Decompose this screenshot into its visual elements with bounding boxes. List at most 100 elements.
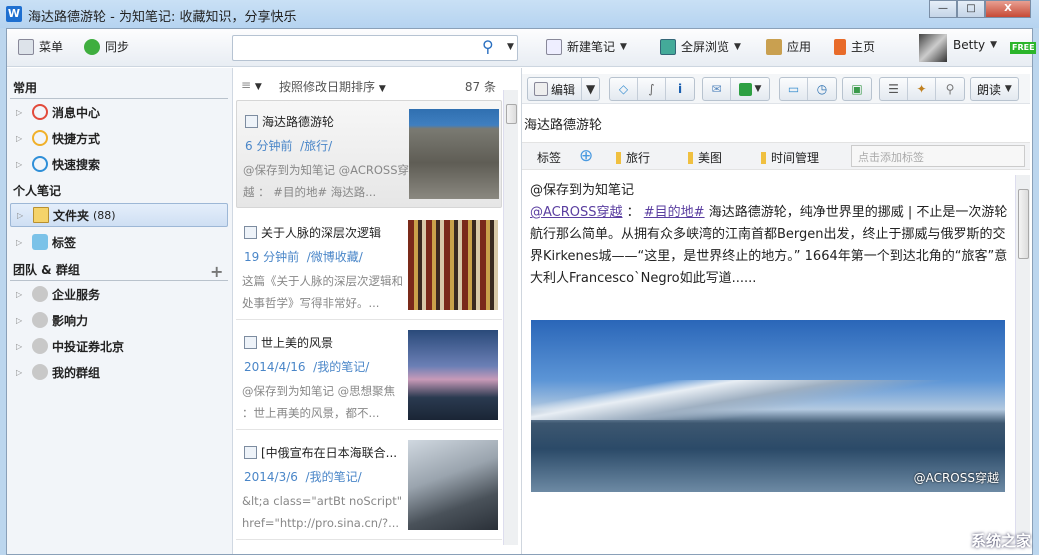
note-summary: @保存到为知笔记 @思想聚焦 ：世上再美的风景，都不... xyxy=(242,384,396,420)
window-controls: — □ X xyxy=(929,0,1031,18)
add-tag-input[interactable]: 点击添加标签 xyxy=(851,145,1025,167)
search-dropdown-icon[interactable]: ▼ xyxy=(507,42,514,52)
sidebar-item-quick-search[interactable]: ▷ 快速搜索 xyxy=(10,152,228,176)
tag-item[interactable]: 旅行 xyxy=(616,149,650,166)
edit-dropdown-icon[interactable]: ▼ xyxy=(582,78,599,100)
maximize-button[interactable]: □ xyxy=(957,0,985,18)
share-group: ✉ ▼ xyxy=(702,77,770,101)
item-label: 快捷方式 xyxy=(52,131,101,146)
fullscreen-icon xyxy=(660,38,676,55)
add-tag-icon[interactable]: ⊕ xyxy=(579,146,593,166)
outline-icon[interactable]: ☰ xyxy=(880,78,908,100)
search-icon xyxy=(32,156,48,172)
clock-icon[interactable]: ◷ xyxy=(808,78,836,100)
user-menu[interactable]: Betty ▼ xyxy=(953,38,997,52)
note-folder[interactable]: /微博收藏/ xyxy=(307,250,363,264)
fullscreen-button[interactable]: 全屏浏览 ▼ xyxy=(660,38,741,55)
info-icon[interactable]: i xyxy=(666,78,694,100)
sidebar-item-group[interactable]: ▷ 影响力 xyxy=(10,308,228,332)
note-folder[interactable]: /我的笔记/ xyxy=(306,470,362,484)
note-list-scrollbar[interactable] xyxy=(503,90,518,545)
hashtag-link[interactable]: #目的地# xyxy=(644,205,705,220)
note-list-header: ≡ ▼ 按照修改日期排序 ▼ 87 条 xyxy=(234,75,502,97)
divider xyxy=(10,280,228,281)
mention-link[interactable]: @ACROSS穿越 xyxy=(530,205,623,220)
item-label: 影响力 xyxy=(52,313,89,328)
sort-dropdown[interactable]: 按照修改日期排序 ▼ xyxy=(279,78,386,95)
user-name: Betty xyxy=(953,38,986,52)
mountains xyxy=(531,380,1005,420)
view-mode-icon[interactable]: ≡ ▼ xyxy=(241,78,262,92)
item-label: 企业服务 xyxy=(52,287,101,302)
home-button[interactable]: 主页 xyxy=(834,38,875,55)
tag-item[interactable]: 美图 xyxy=(688,149,722,166)
apps-button[interactable]: 应用 xyxy=(766,38,811,55)
item-label: 中投证券北京 xyxy=(52,339,125,354)
folder-count: (88) xyxy=(93,208,116,222)
sync-button[interactable]: 同步 xyxy=(84,38,129,55)
sidebar-item-group[interactable]: ▷ 中投证券北京 xyxy=(10,334,228,358)
item-label: 我的群组 xyxy=(52,365,101,380)
note-folder[interactable]: /我的笔记/ xyxy=(313,360,369,374)
main-toolbar xyxy=(7,29,1032,67)
search-input[interactable] xyxy=(232,35,518,61)
group-icon xyxy=(32,364,48,380)
image-caption: @ACROSS穿越 xyxy=(913,471,999,485)
home-label: 主页 xyxy=(851,40,876,54)
read-button[interactable]: 朗读 ▼ xyxy=(970,77,1019,101)
section-common: 常用 xyxy=(13,81,38,95)
sync-label: 同步 xyxy=(105,40,130,54)
note-item[interactable]: 海达路德游轮 6 分钟前 /旅行/ @保存到为知笔记 @ACROSS穿越 ： #… xyxy=(236,100,502,208)
sidebar-item-folders[interactable]: ▷ 文件夹 (88) xyxy=(10,203,228,227)
scroll-thumb[interactable] xyxy=(1018,189,1029,259)
edit-group: 编辑 ▼ xyxy=(527,77,601,101)
sidebar-item-group[interactable]: ▷ 企业服务 xyxy=(10,282,228,306)
tag-item[interactable]: 时间管理 xyxy=(761,149,819,166)
tag-label: 美图 xyxy=(698,151,723,165)
note-title-field[interactable]: 海达路德游轮 xyxy=(524,114,602,133)
search-icon[interactable]: ⚲ xyxy=(482,37,494,56)
attachment-icon[interactable]: ∫ xyxy=(638,78,666,100)
close-button[interactable]: X xyxy=(985,0,1031,18)
read-label: 朗读 xyxy=(977,82,1002,97)
chevron-down-icon: ▼ xyxy=(378,84,386,94)
add-group-button[interactable]: + xyxy=(210,262,223,281)
avatar[interactable] xyxy=(919,34,947,62)
scroll-thumb[interactable] xyxy=(506,104,517,124)
folder-icon xyxy=(33,207,49,223)
app-logo-icon: W xyxy=(6,6,22,22)
note-folder[interactable]: /旅行/ xyxy=(300,139,332,153)
chevron-down-icon: ▼ xyxy=(990,40,998,50)
note-content: @保存到为知笔记 @ACROSS穿越 ： #目的地# 海达路德游轮，纯净世界里的… xyxy=(530,180,1010,290)
share-button[interactable]: ▼ xyxy=(731,78,769,100)
sidebar-item-group[interactable]: ▷ 我的群组 xyxy=(10,360,228,384)
sync-icon xyxy=(84,38,100,55)
tag-icon[interactable]: ◇ xyxy=(610,78,638,100)
home-icon xyxy=(834,38,846,55)
edit-button[interactable]: 编辑 xyxy=(528,78,583,100)
sidebar-item-messages[interactable]: ▷ 消息中心 xyxy=(10,100,228,124)
plugin-icon[interactable]: ✦ xyxy=(908,78,936,100)
zoom-icon[interactable]: ⚲ xyxy=(936,78,964,100)
tags-label: 标签 xyxy=(537,151,562,165)
note-item[interactable]: [中俄宣布在日本海联合... 2014/3/6 /我的笔记/ &lt;a cla… xyxy=(236,432,502,540)
group-icon xyxy=(32,286,48,302)
edit-label: 编辑 xyxy=(551,82,576,97)
sidebar-item-shortcuts[interactable]: ▷ 快捷方式 xyxy=(10,126,228,150)
group-icon xyxy=(32,312,48,328)
comment-icon[interactable]: ▭ xyxy=(780,78,808,100)
box-icon xyxy=(766,38,782,55)
editor-scrollbar[interactable] xyxy=(1015,175,1030,545)
menu-button[interactable]: 菜单 xyxy=(18,38,63,55)
comment-group: ▭ ◷ xyxy=(779,77,837,101)
email-icon[interactable]: ✉ xyxy=(703,78,731,100)
note-time: 19 分钟前 xyxy=(244,250,300,264)
minimize-button[interactable]: — xyxy=(929,0,957,18)
note-item[interactable]: 世上美的风景 2014/4/16 /我的笔记/ @保存到为知笔记 @思想聚焦 ：… xyxy=(236,322,502,430)
sidebar-item-tags[interactable]: ▷ 标签 xyxy=(10,230,228,254)
delete-icon[interactable]: ▣ xyxy=(843,78,871,100)
note-time: 2014/3/6 xyxy=(244,470,298,484)
note-item[interactable]: 关于人脉的深层次逻辑 19 分钟前 /微博收藏/ 这篇《关于人脉的深层次逻辑和处… xyxy=(236,212,502,320)
new-note-button[interactable]: 新建笔记 ▼ xyxy=(546,38,627,55)
note-icon xyxy=(244,226,257,239)
